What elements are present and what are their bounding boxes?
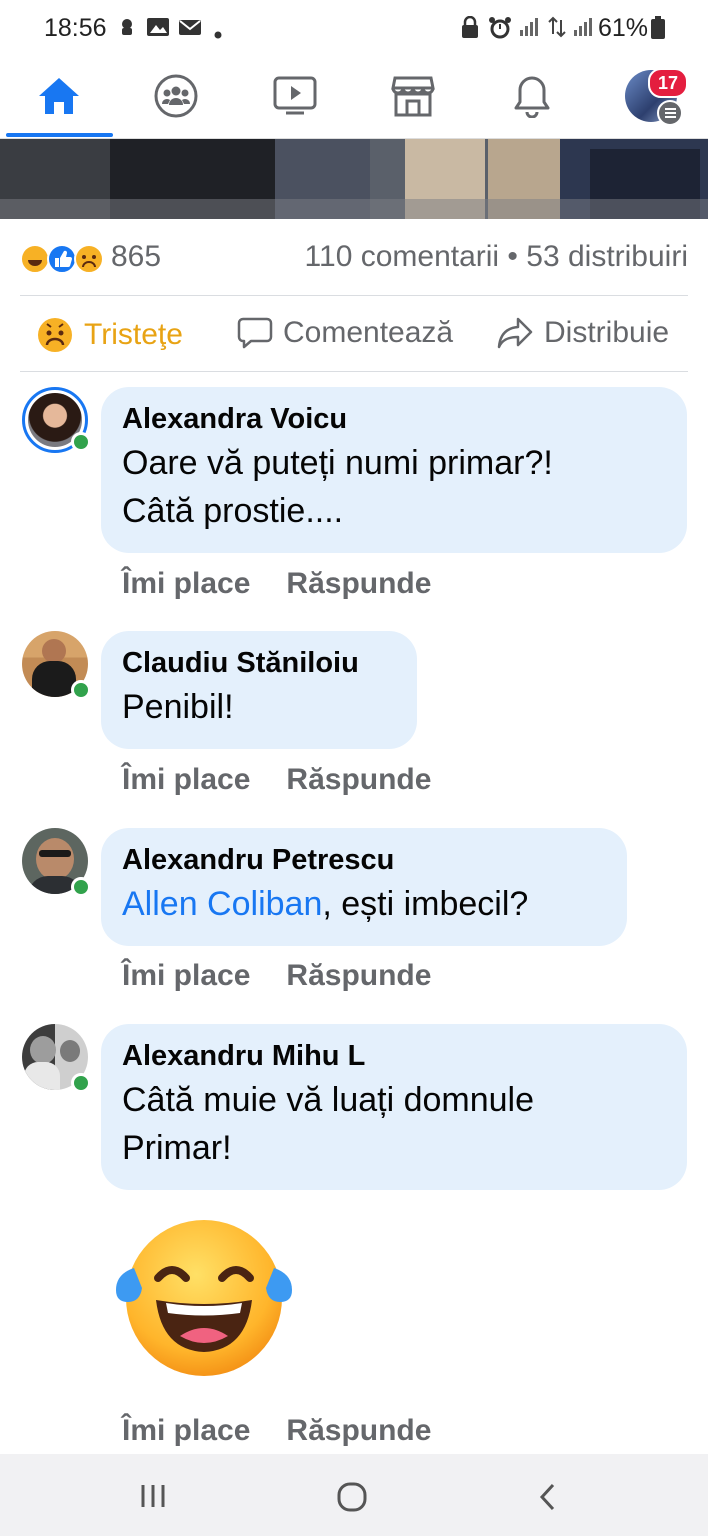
- alarm-icon: [488, 16, 512, 46]
- reply-button[interactable]: Răspunde: [286, 959, 431, 993]
- gallery-icon: [146, 16, 170, 44]
- comments-shares-count[interactable]: 110 comentarii • 53 distribuiri: [305, 240, 688, 274]
- tab-watch[interactable]: [260, 68, 330, 124]
- tab-groups[interactable]: [141, 68, 211, 124]
- sad-icon: [38, 318, 72, 352]
- avatar[interactable]: [22, 387, 91, 453]
- online-status-dot: [71, 1073, 91, 1093]
- more-dot-icon: [214, 22, 222, 45]
- online-status-dot: [71, 432, 91, 452]
- tab-marketplace[interactable]: [378, 68, 448, 124]
- comment-button[interactable]: Comentează: [237, 316, 453, 350]
- comment-author[interactable]: Alexandru Mihu L: [122, 1036, 665, 1076]
- comment-bubble[interactable]: Alexandru Petrescu Allen Coliban, ești i…: [101, 828, 627, 946]
- home-icon: [39, 78, 79, 114]
- reply-button[interactable]: Răspunde: [286, 567, 431, 601]
- groups-icon: [154, 74, 198, 118]
- like-button[interactable]: Îmi place: [122, 959, 250, 993]
- home-button[interactable]: [336, 1481, 368, 1518]
- comment-text: Câtă muie vă luați domnule: [122, 1081, 535, 1119]
- comment-author[interactable]: Alexandru Petrescu: [122, 840, 605, 880]
- haha-reaction-icon: [20, 244, 50, 274]
- comment-text: Câtă prostie....: [122, 492, 344, 530]
- react-label: Tristeţe: [84, 318, 183, 351]
- comment-text: Allen Coliban, ești imbecil?: [122, 880, 605, 928]
- status-bar: 18:56 61%: [0, 0, 708, 56]
- reaction-count: 865: [111, 240, 162, 273]
- active-tab-indicator: [6, 133, 113, 137]
- comment-bubble[interactable]: Claudiu Stăniloiu Penibil!: [101, 631, 417, 749]
- online-status-dot: [71, 877, 91, 897]
- avatar[interactable]: [22, 631, 91, 700]
- avatar[interactable]: [22, 828, 91, 897]
- system-navigation-bar: [0, 1454, 708, 1536]
- comment-text-rest: , ești imbecil?: [322, 885, 529, 923]
- comment-actions: Îmi place Răspunde: [122, 1414, 431, 1448]
- menu-icon: [657, 100, 683, 126]
- avatar[interactable]: [22, 1024, 91, 1093]
- sad-reaction-icon: [74, 244, 104, 274]
- bell-icon: [514, 76, 550, 118]
- notification-icon: [116, 16, 138, 44]
- comment-actions: Îmi place Răspunde: [122, 567, 431, 601]
- menu-badge: 17: [648, 68, 688, 98]
- like-button[interactable]: Îmi place: [122, 567, 250, 601]
- like-button[interactable]: Îmi place: [122, 763, 250, 797]
- reactions-summary[interactable]: 865 110 comentarii • 53 distribuiri: [20, 236, 688, 280]
- comment-text: Primar!: [122, 1129, 232, 1167]
- react-button[interactable]: Tristeţe: [36, 316, 183, 354]
- status-time: 18:56: [44, 14, 107, 42]
- home-circle-icon: [337, 1482, 367, 1512]
- comment-actions: Îmi place Răspunde: [122, 763, 431, 797]
- like-button[interactable]: Îmi place: [122, 1414, 250, 1448]
- divider: [20, 371, 688, 372]
- comment-label: Comentează: [283, 316, 454, 349]
- signal-icon-2: [572, 16, 594, 44]
- back-button[interactable]: [536, 1481, 560, 1518]
- comment-icon: [237, 317, 273, 349]
- reaction-icons: [20, 242, 106, 281]
- data-transfer-icon: [546, 16, 568, 44]
- tab-home[interactable]: [24, 68, 94, 124]
- top-nav: 17: [0, 56, 708, 139]
- signal-icon: [518, 16, 540, 44]
- tab-notifications[interactable]: [497, 68, 567, 124]
- share-label: Distribuie: [544, 316, 670, 349]
- share-button[interactable]: Distribuie: [496, 316, 669, 350]
- mention-link[interactable]: Allen Coliban: [122, 885, 322, 923]
- marketplace-icon: [391, 76, 435, 117]
- watch-icon: [273, 76, 317, 115]
- comment-author[interactable]: Claudiu Stăniloiu: [122, 643, 395, 683]
- comment-text: Oare vă puteți numi primar?!: [122, 444, 553, 482]
- laughing-emoji-icon: [114, 1218, 294, 1383]
- reply-button[interactable]: Răspunde: [286, 763, 431, 797]
- divider: [20, 295, 688, 296]
- back-arrow-icon: [539, 1483, 555, 1511]
- recent-apps-icon: [141, 1485, 165, 1507]
- post-photo[interactable]: [0, 139, 708, 219]
- mail-icon: [178, 16, 202, 44]
- reply-button[interactable]: Răspunde: [286, 1414, 431, 1448]
- recent-apps-button[interactable]: [138, 1482, 168, 1515]
- comment-bubble[interactable]: Alexandra Voicu Oare vă puteți numi prim…: [101, 387, 687, 553]
- comment-author[interactable]: Alexandra Voicu: [122, 399, 665, 439]
- battery-percent: 61%: [598, 14, 649, 42]
- comment-text: Penibil!: [122, 688, 234, 726]
- online-status-dot: [71, 680, 91, 700]
- comment-bubble[interactable]: Alexandru Mihu L Câtă muie vă luați domn…: [101, 1024, 687, 1190]
- battery-icon: [650, 16, 666, 46]
- share-icon: [497, 317, 533, 349]
- lock-icon: [460, 15, 480, 46]
- comment-actions: Îmi place Răspunde: [122, 959, 431, 993]
